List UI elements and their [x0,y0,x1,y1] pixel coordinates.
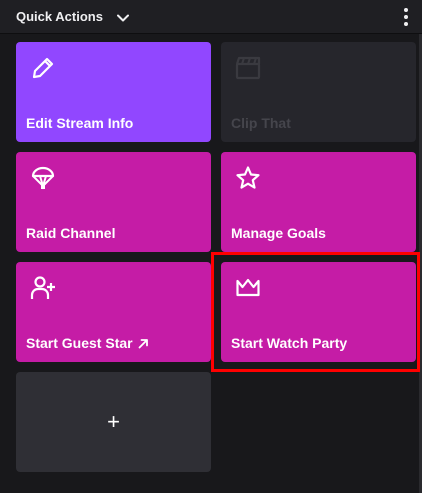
tile-label: Start Guest Star [26,335,149,351]
tile-label: Manage Goals [231,225,326,241]
external-arrow-icon [138,336,149,349]
tile-label-text: Start Guest Star [26,335,133,351]
start-guest-star-tile[interactable]: Start Guest Star [16,262,211,362]
add-user-icon [30,275,56,301]
raid-channel-tile[interactable]: Raid Channel [16,152,211,252]
tile-label: Clip That [231,115,291,131]
start-watch-party-tile[interactable]: Start Watch Party [221,262,416,362]
clip-that-tile: Clip That [221,42,416,142]
pencil-icon [30,55,56,81]
crown-icon [235,275,261,301]
chevron-down-icon[interactable] [115,10,131,26]
edit-stream-info-tile[interactable]: Edit Stream Info [16,42,211,142]
tile-label: Raid Channel [26,225,116,241]
parachute-icon [30,165,56,191]
manage-goals-tile[interactable]: Manage Goals [221,152,416,252]
tile-label: Start Watch Party [231,335,348,351]
plus-icon: + [107,409,120,434]
add-quick-action-tile[interactable]: + [16,372,211,472]
more-vertical-icon[interactable] [396,6,416,28]
quick-actions-header: Quick Actions [0,0,422,34]
panel-title: Quick Actions [16,9,103,24]
star-icon [235,165,261,191]
clapperboard-icon [235,55,261,81]
tile-label: Edit Stream Info [26,115,134,131]
